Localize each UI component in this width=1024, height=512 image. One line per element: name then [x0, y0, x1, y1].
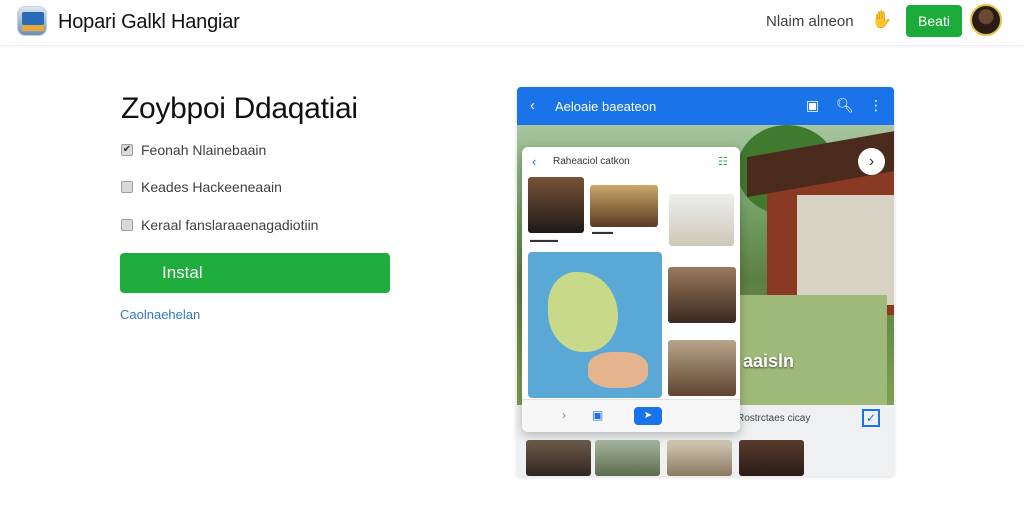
- feature-item-3[interactable]: Keraal fanslaraaenagadiotiin: [121, 217, 318, 233]
- photo-tile: [528, 177, 584, 233]
- tile-caption-bar: ▬▬▬▬: [530, 237, 558, 244]
- hand-shape: [588, 352, 648, 388]
- cancel-link[interactable]: Caolnaehelan: [120, 307, 200, 322]
- logo-ground-shape: [22, 25, 44, 31]
- strip-label: Rostrctaes cicay: [737, 413, 811, 424]
- tile-caption-bar: ▬▬▬: [592, 229, 613, 236]
- app-title: Hopari Galkl Hangiar: [58, 11, 240, 33]
- preview-inner-card: ‹ Raheaciol catkon ☷ ▬▬▬▬ ▬▬▬ › ▣ ➤: [522, 147, 740, 432]
- feature-label: Feonah Nlainebaain: [141, 142, 267, 158]
- back-arrow-icon: ‹: [532, 154, 537, 169]
- check-icon: ✓: [862, 409, 880, 427]
- thumbnail: [526, 440, 591, 476]
- checkbox-icon[interactable]: ✔: [121, 144, 133, 156]
- share-icon: ▣: [806, 97, 820, 113]
- card-bottom-bar: › ▣ ➤: [522, 399, 740, 432]
- checkbox-icon[interactable]: [121, 219, 133, 231]
- search-icon: 🔍︎: [836, 97, 854, 113]
- image-icon: ▣: [592, 408, 604, 422]
- thumbnail: [595, 440, 660, 476]
- garden-path-shape: [737, 295, 887, 405]
- install-button[interactable]: Instal: [120, 253, 390, 293]
- grid-icon: ☷: [718, 156, 728, 168]
- photo-tile: [668, 267, 736, 323]
- send-icon: ➤: [634, 407, 662, 425]
- preview-bar-title: Aeloaie baeateon: [555, 99, 657, 114]
- card-title: Raheaciol catkon: [553, 156, 630, 167]
- back-arrow-icon: ‹: [530, 97, 535, 114]
- app-logo[interactable]: [17, 6, 47, 36]
- feature-label: Keades Hackeeneaain: [141, 179, 282, 195]
- chevron-right-icon: ›: [858, 148, 885, 175]
- house-wall-shape: [797, 195, 894, 305]
- user-name[interactable]: Nlaim alneon: [766, 13, 854, 30]
- preview-top-bar: ‹ Aeloaie baeateon ▣ 🔍︎ ⋮: [517, 87, 894, 125]
- photo-tile: [590, 185, 658, 227]
- feature-item-2[interactable]: Keades Hackeeneaain: [121, 179, 282, 195]
- page-headline: Zoybpoi Ddaqatiai: [121, 92, 358, 125]
- more-vert-icon: ⋮: [869, 97, 883, 113]
- checkbox-icon[interactable]: [121, 181, 133, 193]
- photo-tile: [669, 194, 734, 246]
- thumbnail: [667, 440, 732, 476]
- thumbnail: [739, 440, 804, 476]
- logo-sky-shape: [22, 12, 44, 25]
- wave-icon[interactable]: ✋: [871, 10, 892, 30]
- map-land-shape: [548, 272, 618, 352]
- feature-label: Keraal fanslaraaenagadiotiin: [141, 217, 319, 233]
- photo-caption: aaisln: [743, 351, 795, 371]
- chevron-right-icon: ›: [562, 408, 566, 422]
- avatar[interactable]: [970, 4, 1002, 36]
- header-action-button[interactable]: Beati: [906, 5, 962, 37]
- photo-tile: [668, 340, 736, 396]
- map-thumbnail: [528, 252, 662, 398]
- feature-item-1[interactable]: ✔ Feonah Nlainebaain: [121, 142, 266, 158]
- top-header: Hopari Galkl Hangiar Nlaim alneon ✋ Beat…: [0, 0, 1024, 46]
